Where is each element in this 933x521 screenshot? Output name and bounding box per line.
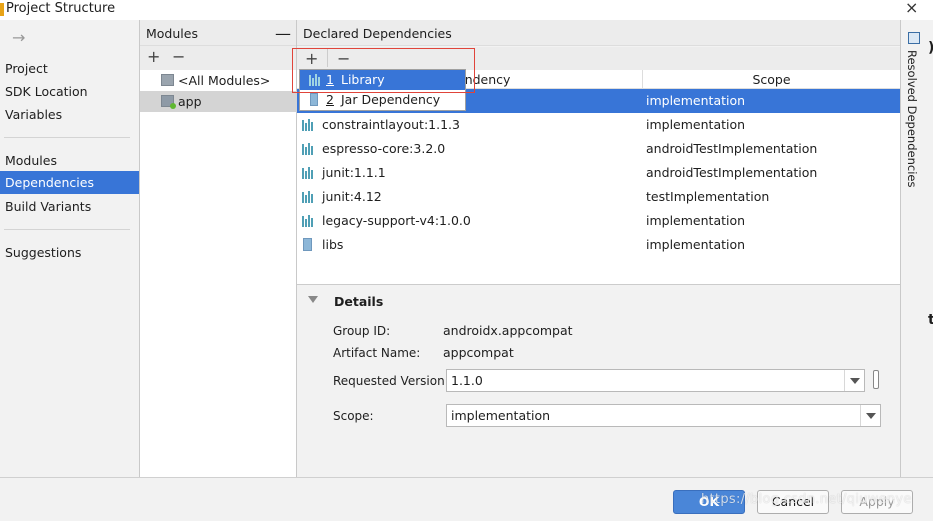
chevron-down-icon[interactable] [844,370,864,391]
menu-item-label: Jar Dependency [341,92,441,107]
dependency-scope: implementation [646,93,746,108]
artifact-name-label: Artifact Name: [333,346,421,360]
column-header-scope[interactable]: Scope [642,70,900,89]
remove-dependency-button[interactable]: − [337,49,350,68]
table-row[interactable]: espresso-core:3.2.0 androidTestImplement… [297,137,900,161]
table-row[interactable]: legacy-support-v4:1.0.0 implementation [297,209,900,233]
requested-version-combo[interactable]: 1.1.0 [446,369,865,392]
sidebar-item-project[interactable]: Project [0,57,139,80]
table-row[interactable]: constraintlayout:1.1.3 implementation [297,113,900,137]
modules-toolbar: + − [140,46,296,70]
group-id-label: Group ID: [333,324,391,338]
sidebar-item-modules[interactable]: Modules [0,149,139,172]
dialog-button-bar: OK Cancel Apply https://blog.csdn.net/qi… [0,477,933,521]
ok-button[interactable]: OK [673,490,745,514]
scope-label: Scope: [333,409,374,423]
library-icon [302,143,314,155]
dependency-name: junit:1.1.1 [322,165,386,180]
apply-button[interactable]: Apply [841,490,913,514]
remove-module-button[interactable]: − [172,47,185,66]
menu-item-jar-dependency[interactable]: 2 Jar Dependency [300,90,465,110]
table-row[interactable]: junit:4.12 testImplementation [297,185,900,209]
dependencies-toolbar: + − [297,47,900,71]
library-icon [302,215,314,227]
title-bar: Project Structure × [0,0,933,20]
table-row[interactable]: libs implementation [297,233,900,257]
modules-title: Modules [146,26,198,41]
scope-combo[interactable]: implementation [446,404,881,427]
dependencies-header: Declared Dependencies [297,20,900,46]
dependency-scope: testImplementation [646,189,770,204]
add-dependency-button[interactable]: + [305,49,318,68]
sidebar-item-suggestions[interactable]: Suggestions [0,241,139,264]
sidebar-item-sdk-location[interactable]: SDK Location [0,80,139,103]
details-panel: Details Group ID: androidx.appcompat Art… [297,286,900,477]
module-label: app [178,94,202,109]
modules-panel: Modules — + − <All Modules> app [140,20,297,477]
sidebar-item-build-variants[interactable]: Build Variants [0,195,139,218]
cancel-button[interactable]: Cancel [757,490,829,514]
requested-version-label: Requested Version: [333,374,449,388]
module-row-app[interactable]: app [140,91,297,112]
scope-value: implementation [451,408,551,423]
library-icon [309,74,321,86]
module-icon [161,74,174,86]
resolved-dependencies-icon [908,32,920,44]
jar-icon [310,93,318,106]
sidebar-nav: → Project SDK Location Variables Modules… [0,20,140,477]
dependency-scope: implementation [646,213,746,228]
table-row[interactable]: junit:1.1.1 androidTestImplementation [297,161,900,185]
dependency-scope: androidTestImplementation [646,165,818,180]
dependency-name: junit:4.12 [322,189,382,204]
dependency-name: espresso-core:3.2.0 [322,141,446,156]
version-picker-button[interactable] [873,370,879,389]
window-title: Project Structure [6,1,116,16]
module-label: <All Modules> [178,73,271,88]
close-icon[interactable]: × [905,0,918,16]
library-icon [302,191,314,203]
group-id-value: androidx.appcompat [443,323,573,338]
resolved-dependencies-label: Resolved Dependencies [905,50,919,188]
collapse-icon[interactable]: — [275,20,291,48]
artifact-name-value: appcompat [443,345,514,360]
jar-icon [303,238,312,251]
modules-header: Modules — [140,20,296,46]
sidebar-item-dependencies[interactable]: Dependencies [0,171,139,194]
divider [4,137,130,138]
dependency-scope: implementation [646,117,746,132]
edge-glyph: ) [928,40,933,56]
resolved-dependencies-toolwindow[interactable]: Resolved Dependencies ) t [900,20,933,477]
add-module-button[interactable]: + [147,47,160,66]
details-title: Details [334,294,384,309]
dependency-name: legacy-support-v4:1.0.0 [322,213,471,228]
toolbar-separator [327,49,328,67]
menu-item-mnemonic: 2 [326,92,334,107]
edge-glyph: t [928,312,933,328]
dependency-scope: implementation [646,237,746,252]
library-icon [302,167,314,179]
module-row-all[interactable]: <All Modules> [140,70,297,91]
menu-item-library-dependency[interactable]: 1 Library Dependency [300,70,465,107]
library-icon [302,119,314,131]
dependency-name: libs [322,237,344,252]
menu-item-mnemonic: 1 [326,72,334,87]
collapse-details-icon[interactable] [308,296,318,303]
requested-version-value: 1.1.0 [451,373,483,388]
android-module-icon [161,95,176,109]
add-dependency-popup: 1 Library Dependency 2 Jar Dependency [299,69,466,111]
sidebar-item-variables[interactable]: Variables [0,103,139,126]
dependency-name: constraintlayout:1.1.3 [322,117,460,132]
dependency-scope: androidTestImplementation [646,141,818,156]
app-icon [0,3,4,16]
divider [4,229,130,230]
back-arrow-icon[interactable]: → [12,28,25,47]
chevron-down-icon[interactable] [860,405,880,426]
